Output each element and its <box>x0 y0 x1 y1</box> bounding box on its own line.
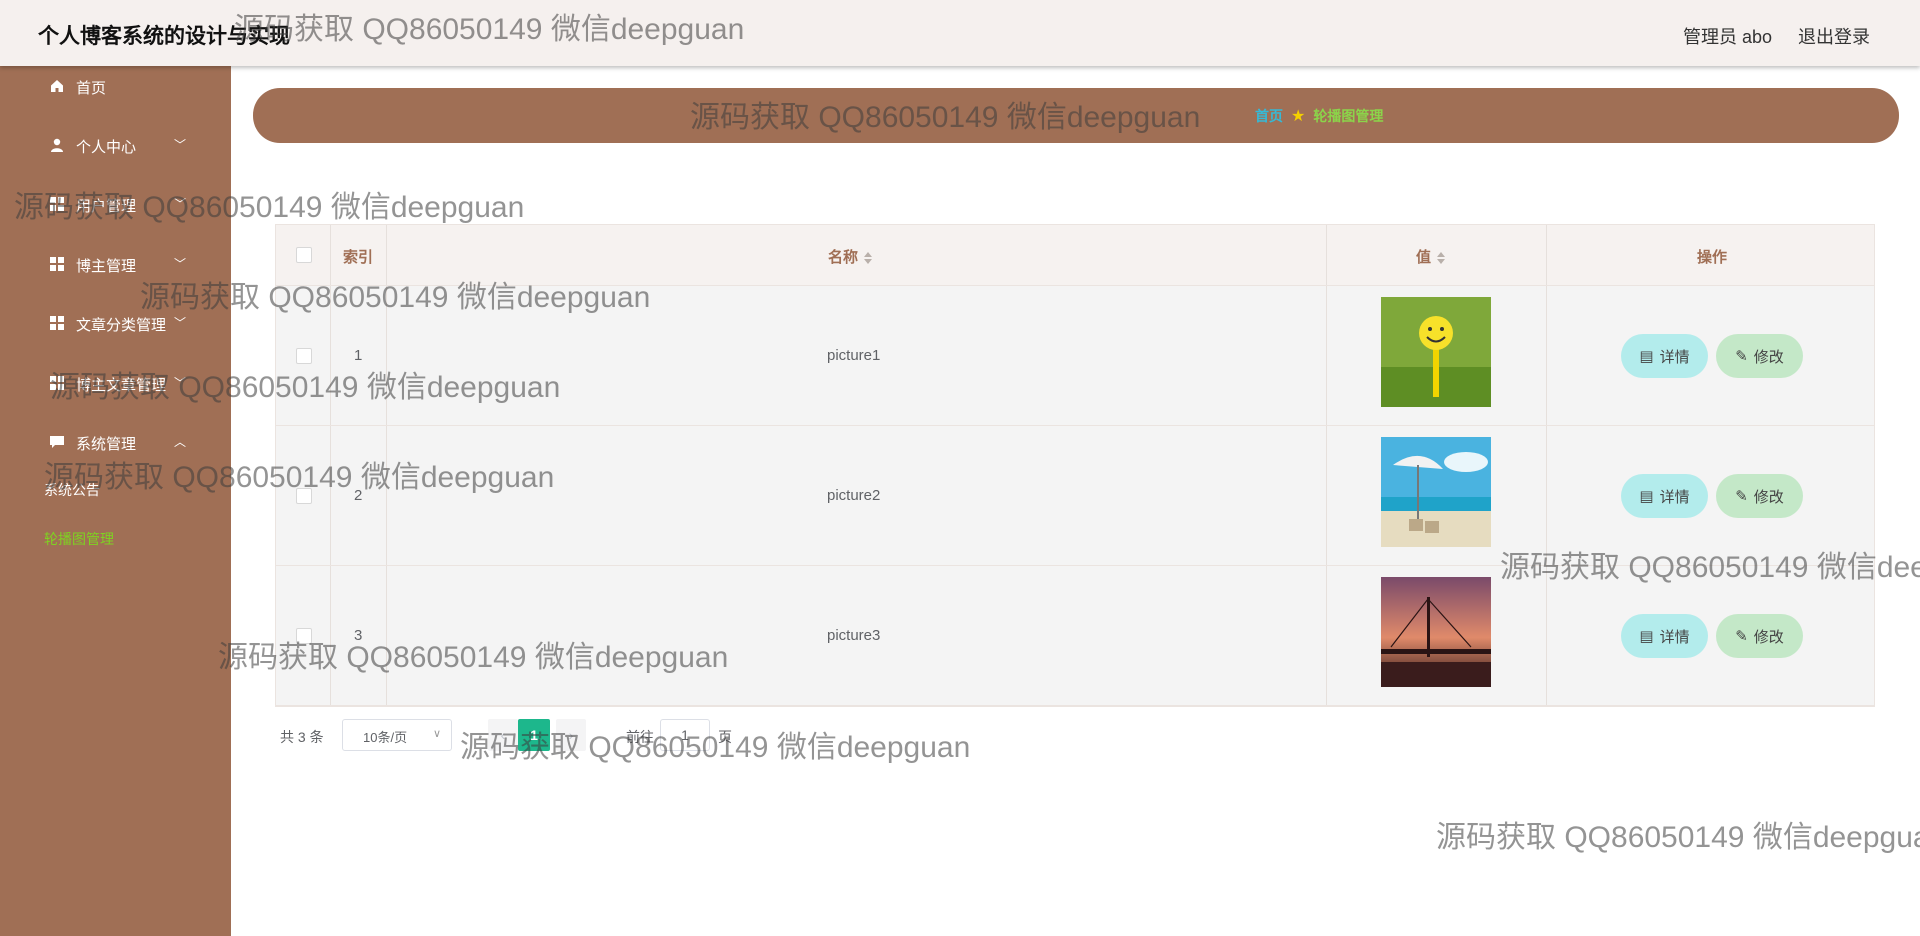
table-header: 索引 名称 值 操作 <box>276 225 1874 286</box>
table-row: 3 picture3 ▤ 详情 ✎ 修改 <box>276 566 1874 706</box>
document-icon: ▤ <box>1639 628 1654 645</box>
row-image-smiley[interactable] <box>1381 297 1491 407</box>
edit-label: 修改 <box>1753 488 1784 506</box>
pagination-total: 共 3 条 <box>280 729 324 745</box>
header-name-label: 名称 <box>828 249 859 266</box>
row-index: 1 <box>354 347 363 364</box>
edit-label: 修改 <box>1753 628 1784 646</box>
sidebar-item-label: 系统管理 <box>76 436 137 453</box>
row-name: picture3 <box>827 627 881 644</box>
star-icon: ★ <box>1291 108 1306 125</box>
header-value[interactable]: 值 <box>1416 246 1446 267</box>
row-checkbox[interactable] <box>296 348 312 364</box>
header-name[interactable]: 名称 <box>828 246 873 267</box>
sidebar-item-label: 文章分类管理 <box>76 317 167 334</box>
pencil-icon: ✎ <box>1735 488 1748 505</box>
row-name: picture2 <box>827 487 881 504</box>
top-bar: 个人博客系统的设计与实现 管理员 abo 退出登录 <box>0 0 1920 66</box>
sort-icon <box>1437 252 1446 265</box>
edit-button[interactable]: ✎ 修改 <box>1716 334 1803 378</box>
detail-label: 详情 <box>1659 488 1690 506</box>
goto-unit: 页 <box>718 729 732 745</box>
data-table: 索引 名称 值 操作 1 picture1 ▤ 详情 ✎ 修改 2 pictur… <box>275 224 1875 707</box>
sidebar-item-home[interactable]: 首页 <box>0 66 231 106</box>
next-page-button[interactable]: › <box>556 719 586 751</box>
prev-page-button[interactable]: ‹ <box>488 719 518 751</box>
watermark: 源码获取 QQ86050149 微信deepguan <box>1436 821 1920 854</box>
grid-icon <box>50 257 64 271</box>
sidebar-item-label: 用户管理 <box>76 198 137 215</box>
detail-button[interactable]: ▤ 详情 <box>1621 474 1708 518</box>
breadcrumb: 首页 ★ 轮播图管理 <box>1255 106 1383 126</box>
chat-icon <box>50 436 64 448</box>
chevron-down-icon: ﹀ <box>174 376 187 390</box>
logout-button[interactable]: 退出登录 <box>1798 23 1870 49</box>
user-label[interactable]: 管理员 abo <box>1683 23 1772 49</box>
chevron-up-icon: ︿ <box>174 435 187 449</box>
home-icon <box>51 80 63 92</box>
chevron-down-icon: ﹀ <box>174 316 187 330</box>
sidebar-item-blogger-articles[interactable]: 博主文章管理 ﹀ <box>0 363 231 403</box>
sidebar-item-personal-center[interactable]: 个人中心 ﹀ <box>0 125 231 165</box>
user-icon <box>51 138 63 152</box>
page-number-current[interactable]: 1 <box>518 719 550 751</box>
document-icon: ▤ <box>1639 348 1654 365</box>
grid-icon <box>50 316 64 330</box>
sidebar-item-label: 首页 <box>76 80 107 97</box>
header-actions: 操作 <box>1697 249 1728 266</box>
grid-icon <box>50 376 64 390</box>
sidebar-item-system-management[interactable]: 系统管理 ︿ <box>0 422 231 462</box>
detail-label: 详情 <box>1659 348 1690 366</box>
edit-button[interactable]: ✎ 修改 <box>1716 614 1803 658</box>
goto-label: 前往 <box>626 729 654 745</box>
select-all-checkbox[interactable] <box>296 247 312 263</box>
pencil-icon: ✎ <box>1735 628 1748 645</box>
document-icon: ▤ <box>1639 488 1654 505</box>
row-image-sunset[interactable] <box>1381 577 1491 687</box>
sidebar-item-user-management[interactable]: 用户管理 ﹀ <box>0 184 231 224</box>
edit-label: 修改 <box>1753 348 1784 366</box>
page-size-value: 10条/页 <box>363 730 408 745</box>
breadcrumb-home[interactable]: 首页 <box>1255 106 1283 126</box>
goto-page-input[interactable]: 1 <box>660 719 710 751</box>
app-title: 个人博客系统的设计与实现 <box>38 25 290 48</box>
page-size-select[interactable]: 10条/页 ∨ <box>342 719 452 751</box>
detail-button[interactable]: ▤ 详情 <box>1621 614 1708 658</box>
row-checkbox[interactable] <box>296 488 312 504</box>
sidebar-item-label: 博主文章管理 <box>76 377 167 394</box>
sidebar-item-label: 博主管理 <box>76 258 137 275</box>
chevron-down-icon: ﹀ <box>174 197 187 211</box>
breadcrumb-bar: 首页 ★ 轮播图管理 <box>253 88 1899 143</box>
breadcrumb-current: 轮播图管理 <box>1313 108 1384 124</box>
row-image-beach[interactable] <box>1381 437 1491 547</box>
sidebar: 首页 个人中心 ﹀ 用户管理 ﹀ 博主管理 ﹀ 文章分类管理 ﹀ 博主文章管理 … <box>0 66 231 936</box>
chevron-down-icon: ﹀ <box>174 138 187 152</box>
header-index: 索引 <box>343 249 374 266</box>
row-index: 3 <box>354 627 363 644</box>
detail-label: 详情 <box>1659 628 1690 646</box>
sidebar-item-blogger-management[interactable]: 博主管理 ﹀ <box>0 244 231 284</box>
chevron-down-icon: ∨ <box>432 728 441 740</box>
sidebar-subitem-carousel[interactable]: 轮播图管理 <box>44 529 114 549</box>
table-row: 2 picture2 ▤ 详情 ✎ 修改 <box>276 426 1874 566</box>
sidebar-subitem-announcement[interactable]: 系统公告 <box>44 480 100 500</box>
row-checkbox[interactable] <box>296 628 312 644</box>
top-right-actions: 管理员 abo 退出登录 <box>1683 23 1870 49</box>
grid-icon <box>50 197 64 211</box>
detail-button[interactable]: ▤ 详情 <box>1621 334 1708 378</box>
row-index: 2 <box>354 487 363 504</box>
sidebar-item-label: 个人中心 <box>76 139 137 156</box>
pencil-icon: ✎ <box>1735 348 1748 365</box>
sort-icon <box>864 252 873 265</box>
sidebar-item-article-category[interactable]: 文章分类管理 ﹀ <box>0 303 231 343</box>
table-row: 1 picture1 ▤ 详情 ✎ 修改 <box>276 286 1874 426</box>
header-value-label: 值 <box>1416 249 1432 266</box>
edit-button[interactable]: ✎ 修改 <box>1716 474 1803 518</box>
row-name: picture1 <box>827 347 881 364</box>
chevron-down-icon: ﹀ <box>174 257 187 271</box>
